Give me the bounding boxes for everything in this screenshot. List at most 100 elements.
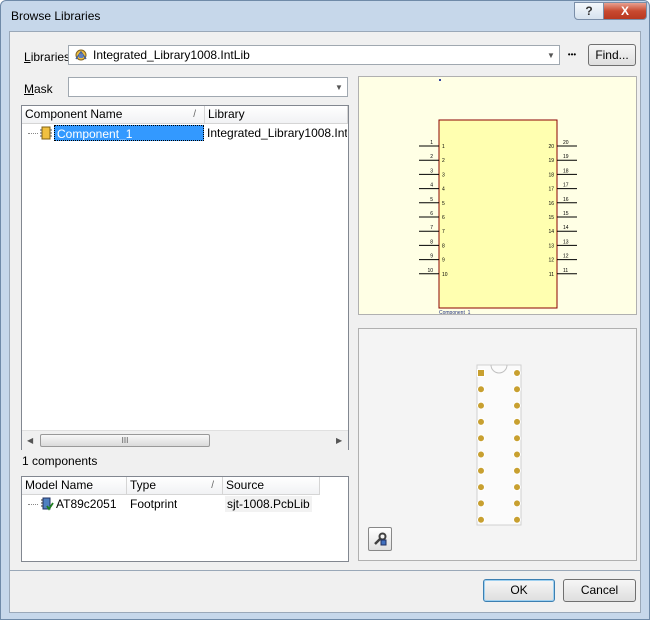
scroll-right-icon[interactable]: ▶ bbox=[336, 436, 342, 445]
pin-number: 14 bbox=[563, 225, 569, 231]
pin-name: 9 bbox=[442, 258, 445, 264]
pad bbox=[513, 434, 521, 443]
model-row[interactable]: AT89c2051 Footprint sjt-1008.PcbLib bbox=[22, 496, 348, 512]
pin-name: 4 bbox=[442, 187, 445, 193]
column-header-library[interactable]: Library bbox=[205, 106, 348, 124]
pin-number: 17 bbox=[563, 183, 569, 189]
libraries-combo[interactable]: Integrated_Library1008.IntLib ▼ bbox=[68, 45, 560, 65]
pad bbox=[513, 417, 521, 426]
sort-indicator-icon: / bbox=[193, 109, 196, 120]
mask-label: Mask bbox=[24, 82, 53, 96]
footprint-drawing bbox=[476, 364, 522, 526]
browse-libraries-dialog: Browse Libraries ? X Libraries Integrate… bbox=[0, 0, 650, 620]
model-type-cell: Footprint bbox=[130, 497, 178, 511]
pad bbox=[477, 515, 485, 524]
models-list[interactable]: Model Name Type / Source AT89c2051 Footp… bbox=[21, 476, 349, 562]
component-body bbox=[438, 119, 558, 309]
pin-name: 1 bbox=[442, 144, 445, 150]
pad bbox=[513, 499, 521, 508]
libraries-label: Libraries bbox=[24, 50, 71, 64]
pin-name: 13 bbox=[548, 243, 554, 249]
footprint-preview bbox=[358, 328, 637, 561]
pad bbox=[477, 417, 485, 426]
pin-number: 8 bbox=[430, 239, 433, 245]
pad bbox=[477, 434, 485, 443]
components-count: 1 components bbox=[22, 454, 98, 468]
schematic-symbol: 1122334455667788991010202019191818171716… bbox=[419, 119, 577, 314]
pin-number: 15 bbox=[563, 211, 569, 217]
close-button[interactable]: X bbox=[603, 2, 647, 20]
pin-name: 20 bbox=[548, 144, 554, 150]
pin-number: 3 bbox=[430, 168, 433, 174]
component-library-cell: Integrated_Library1008.IntLib bbox=[207, 126, 347, 140]
column-header-source[interactable]: Source bbox=[223, 477, 320, 495]
model-source-cell: sjt-1008.PcbLib bbox=[225, 496, 312, 512]
component-designator-label: Component_1 bbox=[439, 310, 471, 314]
integrated-library-icon bbox=[74, 48, 88, 62]
pad bbox=[477, 499, 485, 508]
component-row[interactable]: Component_1 Integrated_Library1008.IntLi… bbox=[22, 125, 348, 141]
pin-number: 9 bbox=[430, 254, 433, 260]
mask-combo[interactable]: ▼ bbox=[68, 77, 348, 97]
pin-number: 4 bbox=[430, 183, 433, 189]
pin-number: 20 bbox=[563, 140, 569, 146]
pin-name: 19 bbox=[548, 158, 554, 164]
component-properties-button[interactable] bbox=[368, 527, 392, 551]
cancel-button[interactable]: Cancel bbox=[563, 579, 636, 602]
pin-number: 5 bbox=[430, 197, 433, 203]
pin-name: 10 bbox=[442, 272, 448, 278]
mask-dropdown-icon[interactable]: ▼ bbox=[335, 83, 343, 92]
model-name-cell: AT89c2051 bbox=[56, 497, 117, 511]
libraries-dropdown-icon[interactable]: ▼ bbox=[547, 51, 555, 60]
pad bbox=[513, 450, 521, 459]
pin-number: 19 bbox=[563, 154, 569, 160]
pin-name: 14 bbox=[548, 229, 554, 235]
scroll-thumb[interactable]: III bbox=[40, 434, 210, 447]
components-list[interactable]: Component Name / Library Component_1 Int… bbox=[21, 105, 349, 450]
dialog-client-area: Libraries Integrated_Library1008.IntLib … bbox=[9, 31, 641, 571]
pin-name: 15 bbox=[548, 215, 554, 221]
pad bbox=[513, 466, 521, 475]
pin-name: 2 bbox=[442, 158, 445, 164]
column-header-model-name[interactable]: Model Name bbox=[22, 477, 127, 495]
pin-name: 5 bbox=[442, 201, 445, 207]
pad bbox=[477, 483, 485, 492]
pin-name: 17 bbox=[548, 187, 554, 193]
component-icon bbox=[40, 126, 52, 140]
column-header-component-name[interactable]: Component Name / bbox=[22, 106, 205, 124]
pad bbox=[477, 401, 485, 410]
pin-number: 10 bbox=[427, 268, 433, 274]
pin-number: 13 bbox=[563, 239, 569, 245]
ok-button[interactable]: OK bbox=[483, 579, 555, 602]
help-button[interactable]: ? bbox=[574, 2, 604, 20]
pad bbox=[513, 369, 521, 377]
component-name-cell[interactable]: Component_1 bbox=[54, 125, 204, 141]
pin-number: 16 bbox=[563, 197, 569, 203]
pin-number: 2 bbox=[430, 154, 433, 160]
dialog-footer: OK Cancel bbox=[9, 571, 641, 613]
scroll-left-icon[interactable]: ◀ bbox=[27, 436, 33, 445]
libraries-more-button[interactable]: ••• bbox=[562, 45, 582, 65]
find-button[interactable]: Find... bbox=[588, 44, 636, 66]
column-header-type[interactable]: Type / bbox=[127, 477, 223, 495]
pad-square bbox=[477, 369, 485, 377]
pad bbox=[477, 466, 485, 475]
libraries-selected-value: Integrated_Library1008.IntLib bbox=[93, 48, 250, 62]
pin-name: 8 bbox=[442, 243, 445, 249]
footprint-icon bbox=[40, 497, 54, 511]
pad bbox=[513, 515, 521, 524]
pad bbox=[477, 450, 485, 459]
pad bbox=[513, 401, 521, 410]
schematic-preview: 1 1 2 2 3 3 4 4 5 5 6 6 7 7 8 8 9 9 10 10 20 20 19 19 18 18 17 17 16… bbox=[358, 76, 637, 315]
pin-name: 18 bbox=[548, 172, 554, 178]
pin-name: 6 bbox=[442, 215, 445, 221]
pad bbox=[513, 385, 521, 394]
components-horizontal-scrollbar[interactable]: ◀ III ▶ bbox=[22, 430, 348, 450]
pin-number: 12 bbox=[563, 254, 569, 260]
pin-name: 7 bbox=[442, 229, 445, 235]
pin-number: 1 bbox=[430, 140, 433, 146]
pin-name: 3 bbox=[442, 172, 445, 178]
pad bbox=[477, 385, 485, 394]
pad bbox=[513, 483, 521, 492]
sort-indicator-icon: / bbox=[211, 480, 214, 491]
